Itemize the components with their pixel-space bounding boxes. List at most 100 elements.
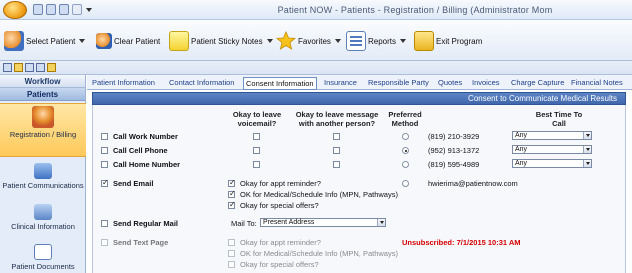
work-other-person-checkbox[interactable] (333, 133, 340, 140)
work-preferred-radio[interactable] (402, 133, 409, 140)
registration-billing-icon (32, 106, 54, 128)
work-best-time-select[interactable]: Any (512, 131, 592, 140)
home-other-person-checkbox[interactable] (333, 161, 340, 168)
cell-best-time-value: Any (515, 146, 528, 153)
sidebar-item-label: Patient Communications (2, 181, 84, 190)
text-option-medical[interactable]: OK for Medical/Schedule Info (MPN, Pathw… (228, 249, 398, 258)
sidebar-item-label: Clinical Information (11, 222, 75, 231)
column-header-voicemail: Okay to leave voicemail? (232, 110, 282, 128)
chevron-down-icon[interactable] (377, 219, 385, 226)
workflow-sidebar: Workflow Patients Registration / Billing… (0, 75, 86, 273)
email-medical-checkbox[interactable] (228, 189, 236, 198)
sidebar-item-registration-billing[interactable]: Registration / Billing (0, 103, 86, 157)
tab-responsible-party[interactable]: Responsible Party (368, 78, 429, 87)
save-icon[interactable] (33, 4, 43, 15)
tab-financial-notes[interactable]: Financial Notes (571, 78, 623, 87)
email-offers-label: Okay for special offers? (240, 201, 319, 210)
favorites-button[interactable]: Favorites (275, 30, 341, 52)
cell-best-time-select[interactable]: Any (512, 145, 592, 154)
send-mail-checkbox[interactable] (101, 220, 108, 227)
section-banner: Consent to Communicate Medical Results (92, 92, 626, 105)
quick-access-dropdown-icon[interactable] (86, 4, 92, 15)
documents-icon (34, 244, 52, 260)
tab-insurance[interactable]: Insurance (324, 78, 357, 87)
clinical-icon (34, 204, 52, 220)
send-mail-row: Send Regular Mail (101, 219, 178, 228)
star-icon (275, 30, 297, 51)
home-voicemail-checkbox[interactable] (253, 161, 260, 168)
send-text-checkbox[interactable] (101, 239, 108, 246)
sidebar-item-patient-communications[interactable]: Patient Communications (0, 161, 86, 199)
send-text-row: Send Text Page (101, 238, 168, 247)
chevron-down-icon[interactable] (583, 146, 591, 153)
text-option-offers[interactable]: Okay for special offers? (228, 260, 319, 269)
text-offers-checkbox[interactable] (228, 261, 235, 268)
record-tabs: Patient Information Contact Information … (87, 75, 632, 90)
consent-form: Okay to leave voicemail? Okay to leave m… (92, 105, 626, 273)
call-cell-checkbox[interactable] (101, 147, 108, 154)
window-title: Patient NOW - Patients - Registration / … (277, 5, 553, 15)
grid-icon[interactable] (25, 63, 34, 72)
undo-icon[interactable] (46, 4, 56, 15)
star-small-icon[interactable] (47, 63, 56, 72)
text-medical-checkbox[interactable] (228, 250, 235, 257)
cell-other-person-checkbox[interactable] (333, 147, 340, 154)
cell-voicemail-checkbox[interactable] (253, 147, 260, 154)
chevron-down-icon[interactable] (334, 39, 341, 43)
call-home-checkbox[interactable] (101, 161, 108, 168)
sidebar-item-clinical-information[interactable]: Clinical Information (0, 202, 86, 240)
workflow-header[interactable]: Workflow (0, 75, 85, 88)
chevron-down-icon[interactable] (583, 132, 591, 139)
reports-button[interactable]: Reports (346, 30, 407, 52)
text-appt-checkbox[interactable] (228, 239, 235, 246)
pin-icon[interactable] (3, 63, 12, 72)
chevron-down-icon[interactable] (583, 160, 591, 167)
sticky-notes-button[interactable]: Patient Sticky Notes (169, 30, 273, 52)
redo-icon[interactable] (59, 4, 69, 15)
reports-label: Reports (368, 36, 397, 46)
chevron-down-icon[interactable] (79, 39, 86, 43)
call-work-label: Call Work Number (113, 132, 178, 141)
exit-program-button[interactable]: Exit Program (414, 30, 482, 52)
exit-program-label: Exit Program (436, 36, 483, 46)
tab-invoices[interactable]: Invoices (472, 78, 500, 87)
home-best-time-select[interactable]: Any (512, 159, 592, 168)
chevron-down-icon[interactable] (400, 39, 407, 43)
folder-icon[interactable] (14, 63, 23, 72)
send-mail-label: Send Regular Mail (113, 219, 179, 228)
tab-patient-information[interactable]: Patient Information (92, 78, 155, 87)
tab-charge-capture[interactable]: Charge Capture (511, 78, 564, 87)
patients-header[interactable]: Patients (0, 88, 85, 101)
cell-preferred-radio[interactable] (402, 147, 409, 154)
app-orb-icon[interactable] (3, 1, 27, 19)
call-work-checkbox[interactable] (101, 133, 108, 140)
clear-patient-button[interactable]: Clear Patient (96, 30, 160, 52)
mail-to-select[interactable]: Present Address (260, 218, 386, 227)
email-option-medical[interactable]: OK for Medical/Schedule Info (MPN, Pathw… (228, 189, 398, 199)
work-best-time-value: Any (515, 132, 528, 139)
sidebar-item-label: Registration / Billing (9, 130, 77, 139)
secondary-toolbar (0, 61, 632, 75)
work-voicemail-checkbox[interactable] (253, 133, 260, 140)
email-offers-checkbox[interactable] (228, 200, 236, 209)
column-header-other-person: Okay to leave message with another perso… (295, 110, 379, 128)
settings-icon[interactable] (36, 63, 45, 72)
send-email-checkbox[interactable] (101, 178, 109, 187)
sidebar-item-label: Patient Documents (11, 262, 75, 271)
email-option-appt[interactable]: Okay for appt reminder? (228, 178, 321, 188)
email-appt-checkbox[interactable] (228, 178, 236, 187)
document-icon[interactable] (72, 4, 82, 15)
sidebar-item-patient-documents[interactable]: Patient Documents (0, 242, 86, 273)
email-option-offers[interactable]: Okay for special offers? (228, 200, 319, 210)
tab-quotes[interactable]: Quotes (438, 78, 462, 87)
send-email-label: Send Email (113, 179, 154, 188)
text-option-appt[interactable]: Okay for appt reminder? (228, 238, 321, 247)
text-medical-label: OK for Medical/Schedule Info (MPN, Pathw… (240, 249, 398, 258)
work-phone: (819) 210-3929 (428, 132, 480, 141)
home-preferred-radio[interactable] (402, 161, 409, 168)
chevron-down-icon[interactable] (266, 39, 273, 43)
tab-consent-information[interactable]: Consent Information (243, 77, 317, 90)
select-patient-button[interactable]: Select Patient (4, 30, 86, 52)
tab-contact-information[interactable]: Contact Information (169, 78, 234, 87)
email-preferred-radio[interactable] (402, 180, 409, 187)
